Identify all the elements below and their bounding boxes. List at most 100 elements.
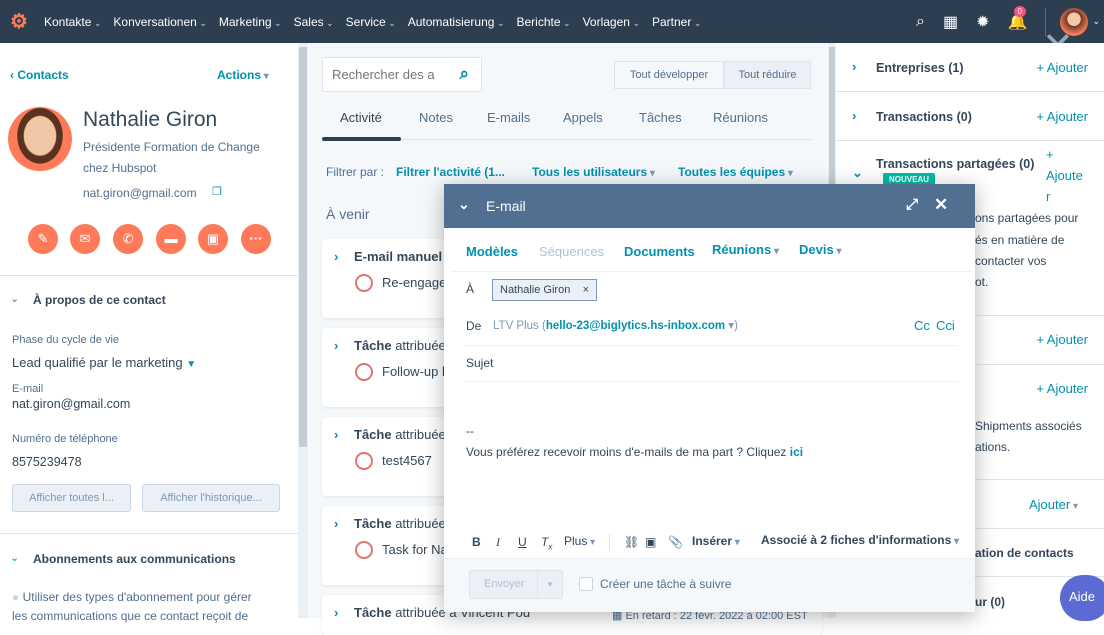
attachment-icon[interactable]: 📎 (668, 535, 683, 549)
search-icon[interactable]: ⌕ (459, 64, 469, 84)
subscriptions-section-title[interactable]: Abonnements aux communications (33, 552, 236, 566)
documents-button[interactable]: Documents (624, 244, 695, 259)
insert-dropdown[interactable]: Insérer (692, 534, 740, 548)
templates-button[interactable]: Modèles (466, 244, 518, 259)
search-icon[interactable]: ⌕ (916, 13, 925, 31)
chevron-down-icon[interactable]: ⌄ (10, 551, 19, 564)
link-icon[interactable]: ⛓ (624, 535, 639, 549)
copy-icon[interactable]: ❐ (212, 185, 222, 198)
chevron-right-icon[interactable]: › (334, 338, 338, 353)
about-section-title[interactable]: À propos de ce contact (33, 293, 166, 307)
send-options-caret-icon[interactable]: ▼ (546, 571, 554, 598)
tab-notes[interactable]: Notes (419, 110, 453, 125)
show-all-properties-button[interactable]: Afficher toutes l... (12, 484, 131, 512)
phone-value[interactable]: 8575239478 (12, 455, 82, 469)
activity-search[interactable]: ⌕ (322, 57, 482, 92)
companies-title[interactable]: Entreprises (1) (876, 61, 964, 75)
remove-recipient-icon[interactable]: × (583, 280, 589, 300)
tab-meetings[interactable]: Réunions (713, 110, 768, 125)
tab-tasks[interactable]: Tâches (639, 110, 682, 125)
from-select[interactable]: LTV Plus (hello-23@biglytics.hs-inbox.co… (493, 318, 738, 332)
gear-icon[interactable]: ✹ (976, 12, 989, 32)
task-complete-icon[interactable] (355, 274, 373, 292)
nav-vorlagen[interactable]: Vorlagen (583, 15, 640, 29)
image-icon[interactable]: ▣ (645, 535, 656, 549)
meetings-dropdown[interactable]: Réunions (712, 242, 779, 257)
chevron-down-icon[interactable]: ⌄ (10, 292, 19, 305)
task-complete-icon[interactable] (355, 452, 373, 470)
send-button[interactable]: Envoyer ▼ (469, 570, 563, 599)
chevron-right-icon[interactable]: › (334, 427, 338, 442)
search-input[interactable] (332, 67, 442, 82)
lifecycle-select[interactable]: Lead qualifié par le marketing ▼ (12, 355, 196, 370)
associations-dropdown[interactable]: Associé à 2 fiches d'informations (761, 533, 959, 547)
quotes-dropdown[interactable]: Devis (799, 242, 842, 257)
add-button[interactable]: + Ajouter (1036, 332, 1088, 347)
add-company-button[interactable]: + Ajouter (1036, 60, 1088, 75)
filter-users-dropdown[interactable]: Tous les utilisateurs (532, 165, 655, 179)
recipient-chip[interactable]: Nathalie Giron × (492, 279, 597, 301)
close-icon[interactable]: ✕ (934, 195, 948, 215)
bold-button[interactable]: B (472, 535, 481, 549)
bell-icon[interactable]: 🔔 0 (1008, 5, 1027, 32)
tab-emails[interactable]: E-mails (487, 110, 530, 125)
tab-activity[interactable]: Activité (340, 110, 382, 125)
nav-service[interactable]: Service (346, 15, 396, 29)
filter-activity-dropdown[interactable]: Filtrer l'activité (1... (396, 165, 505, 179)
nav-berichte[interactable]: Berichte (517, 15, 571, 29)
chevron-right-icon[interactable]: › (334, 249, 338, 264)
tab-calls[interactable]: Appels (563, 110, 603, 125)
nav-konversationen[interactable]: Konversationen (113, 15, 206, 29)
unsubscribe-link[interactable]: ici (790, 445, 803, 459)
hubspot-logo-icon[interactable]: ⚙ (8, 11, 30, 33)
nav-automatisierung[interactable]: Automatisierung (408, 15, 505, 29)
collapse-all-button[interactable]: Tout réduire (724, 61, 811, 89)
clear-format-icon[interactable]: Tx (541, 535, 552, 551)
subject-input[interactable]: Sujet (466, 356, 493, 370)
email-value[interactable]: nat.giron@gmail.com (12, 397, 130, 411)
more-format-dropdown[interactable]: Plus (564, 534, 595, 548)
help-button[interactable]: Aide (1060, 575, 1104, 621)
more-button[interactable]: ··· (241, 224, 271, 254)
task-button[interactable]: ▣ (198, 224, 228, 254)
log-button[interactable]: ▬ (156, 224, 186, 254)
underline-button[interactable]: U (518, 535, 527, 549)
email-button[interactable]: ✉ (70, 224, 100, 254)
add-shipment-button[interactable]: + Ajouter (1036, 381, 1088, 396)
task-complete-icon[interactable] (355, 541, 373, 559)
note-button[interactable]: ✎ (28, 224, 58, 254)
chevron-right-icon[interactable]: › (334, 516, 338, 531)
last-section-title[interactable]: ur (0) (975, 595, 1005, 609)
expand-icon[interactable]: ⤢ (906, 196, 918, 213)
back-to-contacts-link[interactable]: ‹ Contacts (10, 68, 69, 82)
add-dropdown[interactable]: Ajouter (1029, 497, 1078, 512)
marketplace-icon[interactable]: ▦ (943, 12, 958, 32)
card-title-rest: attribuée (391, 516, 446, 531)
add-deal-button[interactable]: + Ajouter (1036, 109, 1088, 124)
actions-dropdown[interactable]: Actions (217, 68, 269, 82)
chevron-right-icon[interactable]: › (852, 108, 856, 123)
italic-button[interactable]: I (496, 535, 500, 550)
contacts-association-title[interactable]: ation de contacts (975, 546, 1074, 560)
nav-kontakte[interactable]: Kontakte (44, 15, 101, 29)
left-scrollbar[interactable] (298, 43, 308, 618)
expand-all-button[interactable]: Tout développer (614, 61, 724, 89)
add-shared-deal-button[interactable]: + Ajoute r (1046, 144, 1083, 207)
nav-partner[interactable]: Partner (652, 15, 701, 29)
followup-task-label[interactable]: Créer une tâche à suivre (600, 577, 731, 591)
nav-marketing[interactable]: Marketing (219, 15, 282, 29)
cc-button[interactable]: Cc (914, 318, 930, 333)
call-button[interactable]: ✆ (113, 224, 143, 254)
nav-sales[interactable]: Sales (294, 15, 334, 29)
deals-title[interactable]: Transactions (0) (876, 110, 972, 124)
shared-deals-title[interactable]: Transactions partagées (0) (876, 157, 1034, 171)
chevron-down-icon[interactable]: ⌄ (1092, 16, 1100, 27)
chevron-right-icon[interactable]: › (852, 59, 856, 74)
followup-task-checkbox[interactable] (579, 577, 593, 591)
task-complete-icon[interactable] (355, 363, 373, 381)
chevron-down-icon[interactable]: ⌄ (852, 165, 863, 181)
show-history-button[interactable]: Afficher l'historique... (142, 484, 280, 512)
bcc-button[interactable]: Cci (936, 318, 955, 333)
filter-teams-dropdown[interactable]: Toutes les équipes (678, 165, 793, 179)
minimize-chevron-icon[interactable]: ⌄ (458, 196, 470, 213)
